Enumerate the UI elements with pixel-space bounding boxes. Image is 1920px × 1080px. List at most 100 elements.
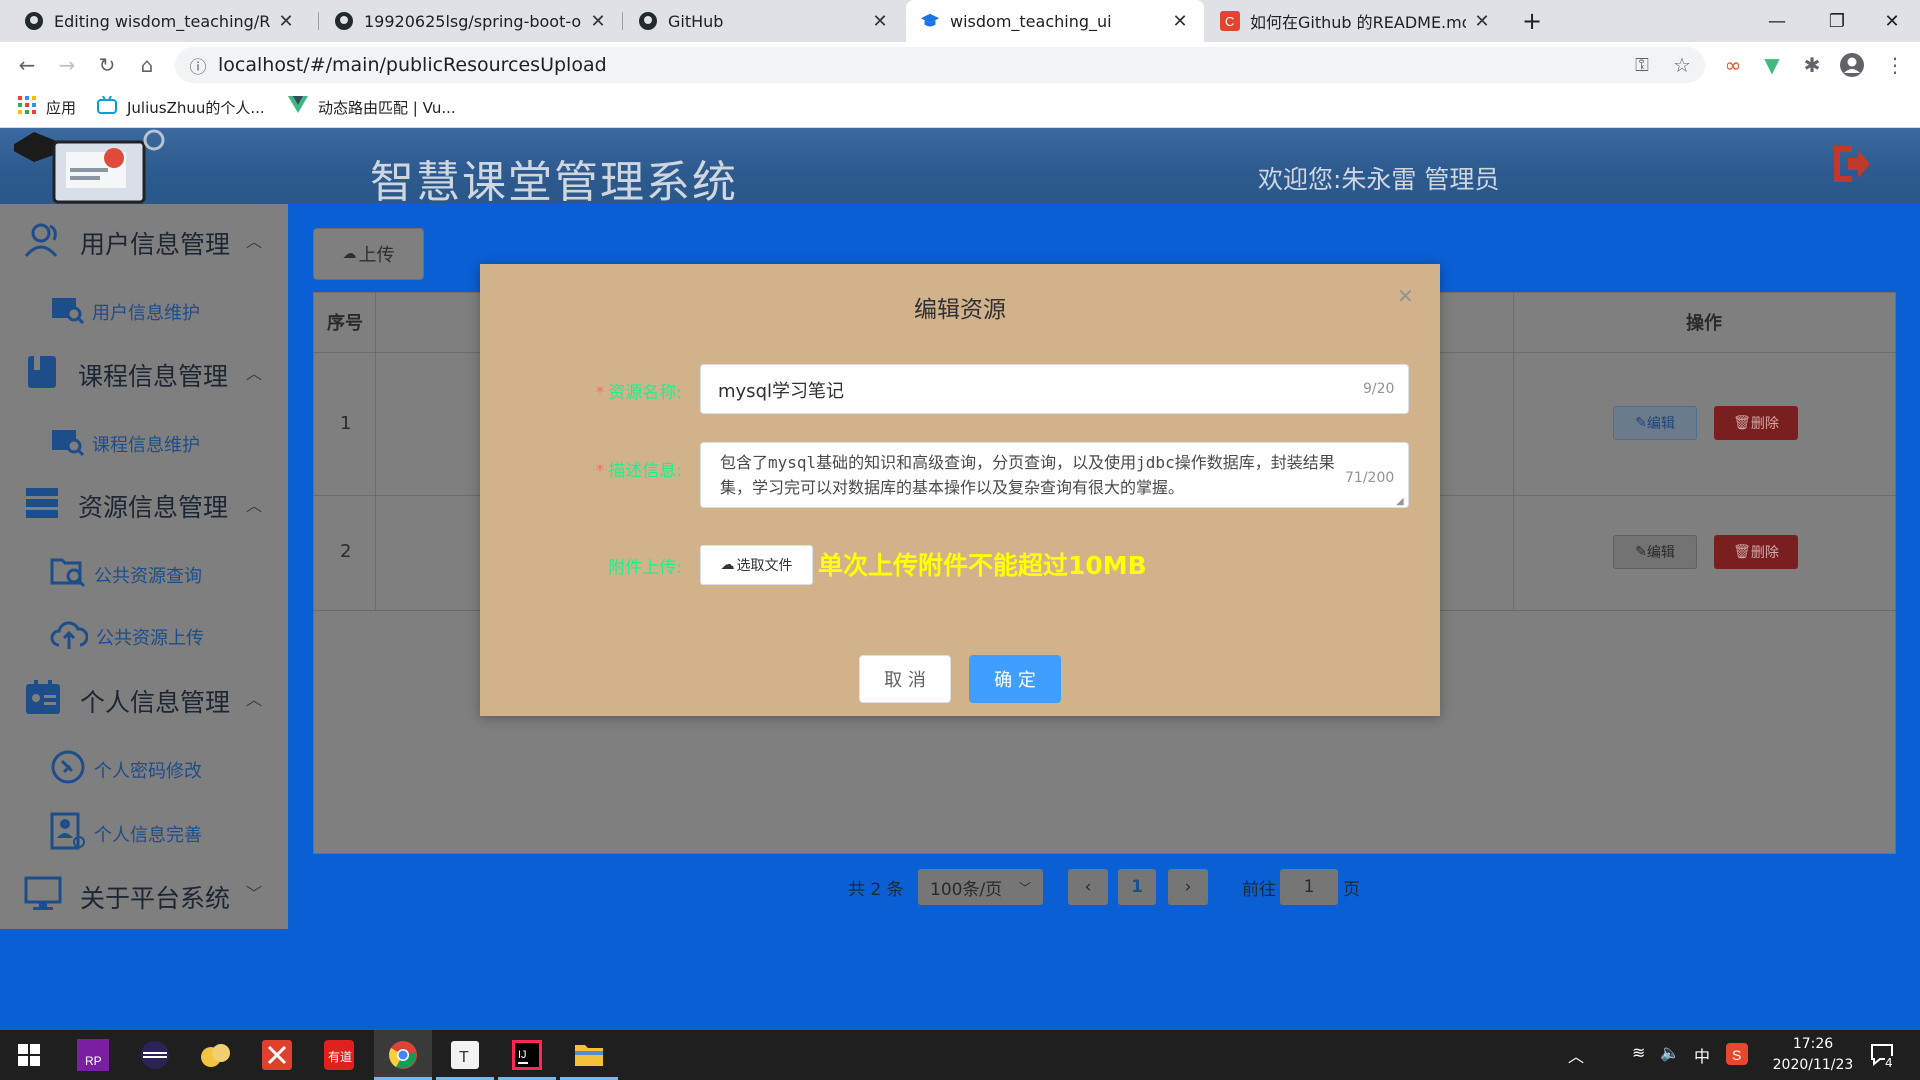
browser-tab-3[interactable]: GitHub ✕ xyxy=(624,0,904,42)
browser-tab-4[interactable]: wisdom_teaching_ui ✕ xyxy=(906,0,1204,42)
logout-icon[interactable] xyxy=(1830,142,1872,190)
wifi-icon[interactable]: ≋ xyxy=(1632,1043,1645,1062)
info-icon[interactable]: ⓘ xyxy=(183,50,213,80)
select-file-button[interactable]: ☁ 选取文件 xyxy=(700,545,813,585)
sidebar-group-course[interactable]: 课程信息管理 xyxy=(24,354,228,396)
clock-time[interactable]: 17:26 xyxy=(1768,1036,1858,1052)
axure-rp-icon[interactable]: RP xyxy=(64,1030,122,1080)
chevron-up-icon[interactable]: ︿ xyxy=(246,686,262,710)
upload-label: 上传 xyxy=(358,245,395,266)
sidebar-item-course-maintain[interactable]: 课程信息维护 xyxy=(50,426,200,461)
confirm-button[interactable]: 确 定 xyxy=(969,655,1061,703)
page-number-current[interactable]: 1 xyxy=(1118,869,1156,905)
tab-title: GitHub xyxy=(668,11,724,31)
sogou-icon[interactable]: S xyxy=(1726,1043,1748,1069)
star-icon[interactable]: ☆ xyxy=(1667,50,1697,80)
cancel-button[interactable]: 取 消 xyxy=(859,655,951,703)
sidebar-group-about[interactable]: 关于平台系统 xyxy=(24,876,230,918)
close-icon[interactable]: ✕ xyxy=(1170,11,1190,32)
sidebar-group-resource[interactable]: 资源信息管理 xyxy=(24,486,228,526)
upload-button[interactable]: ☁ 上传 xyxy=(313,228,424,280)
intellij-icon[interactable]: IJ xyxy=(498,1030,556,1080)
eclipse-icon[interactable] xyxy=(126,1030,184,1080)
sidebar-item-password[interactable]: 个人密码修改 xyxy=(50,750,202,789)
window-close-button[interactable]: ✕ xyxy=(1862,0,1920,42)
tray-chevron-up-icon[interactable]: ︿ xyxy=(1568,1043,1584,1067)
typora-icon[interactable]: T xyxy=(436,1030,494,1080)
chevron-down-icon[interactable]: ﹀ xyxy=(246,880,262,904)
new-tab-button[interactable]: + xyxy=(1502,0,1562,42)
edit-button[interactable]: ✎ 编辑 xyxy=(1613,406,1697,440)
sidebar-item-user-maintain[interactable]: 用户信息维护 xyxy=(50,294,200,329)
vue-devtools-icon[interactable]: ▼ xyxy=(1757,50,1787,80)
browser-tab-1[interactable]: Editing wisdom_teaching/REA ✕ xyxy=(10,0,310,42)
volume-icon[interactable]: 🔈 xyxy=(1660,1043,1680,1062)
browser-tab-5[interactable]: C 如何在Github 的README.md文 ✕ xyxy=(1206,0,1506,42)
app-title: 智慧课堂管理系统 xyxy=(370,157,738,204)
delete-label: 删除 xyxy=(1750,416,1779,432)
chevron-up-icon[interactable]: ︿ xyxy=(246,492,262,516)
url-text[interactable]: localhost/#/main/publicResourcesUpload xyxy=(218,53,607,77)
menu-dots-icon[interactable]: ⋮ xyxy=(1880,50,1910,80)
bookmark-apps[interactable]: 应用 xyxy=(18,94,76,120)
delete-button[interactable]: 🗑 删除 xyxy=(1714,406,1798,440)
windows-start-icon[interactable] xyxy=(0,1030,58,1080)
dialog-title: 编辑资源 xyxy=(914,297,1006,323)
chrome-icon[interactable] xyxy=(374,1030,432,1080)
resource-name-value: mysql学习笔记 xyxy=(718,381,844,402)
next-page-button[interactable]: › xyxy=(1168,869,1208,905)
extension-infinity-icon[interactable]: ∞ xyxy=(1718,50,1748,80)
home-button[interactable]: ⌂ xyxy=(132,50,162,80)
maximize-button[interactable]: ❐ xyxy=(1807,0,1867,42)
resize-handle-icon[interactable]: ◢ xyxy=(1396,496,1404,507)
chevron-left-icon: ‹ xyxy=(1084,877,1092,897)
sidebar-item-profile[interactable]: 个人信息完善 xyxy=(50,812,202,855)
sidebar-group-user[interactable]: 用户信息管理 xyxy=(24,222,230,264)
extensions-icon[interactable]: ✱ xyxy=(1797,50,1827,80)
profile-avatar-icon[interactable] xyxy=(1837,50,1867,80)
chevron-up-icon[interactable]: ︿ xyxy=(246,360,262,384)
edit-button[interactable]: ✎ 编辑 xyxy=(1613,535,1697,569)
close-icon[interactable]: ✕ xyxy=(588,11,608,32)
bookmark-label: JuliusZhuu的个人... xyxy=(127,98,265,117)
key-icon[interactable]: ⚿ xyxy=(1627,50,1657,80)
close-icon[interactable]: ✕ xyxy=(1472,11,1492,32)
back-button[interactable]: ← xyxy=(12,50,42,80)
sidebar-group-label: 关于平台系统 xyxy=(80,884,231,913)
tab-title: 如何在Github 的README.md文 xyxy=(1250,13,1466,32)
sidebar-group-personal[interactable]: 个人信息管理 xyxy=(24,680,230,722)
browser-tab-2[interactable]: 19920625lsg/spring-boot-onli ✕ xyxy=(320,0,622,42)
users-icon xyxy=(24,222,62,264)
cloud-upload-icon: ☁ xyxy=(720,557,735,573)
edit-icon: ✎ xyxy=(1635,544,1647,560)
bookmark-julius[interactable]: JuliusZhuu的个人... xyxy=(97,94,265,120)
profile-icon xyxy=(50,812,86,855)
sidebar-item-resource-query[interactable]: 公共资源查询 xyxy=(50,556,202,593)
chevron-up-icon[interactable]: ︿ xyxy=(246,228,262,252)
app-yellow-icon[interactable] xyxy=(186,1030,244,1080)
forward-button[interactable]: → xyxy=(52,50,82,80)
goto-page-input[interactable]: 1 xyxy=(1280,869,1338,905)
delete-button[interactable]: 🗑 删除 xyxy=(1714,535,1798,569)
sidebar-item-resource-upload[interactable]: 公共资源上传 xyxy=(50,619,204,654)
youdao-icon[interactable]: 有道 xyxy=(310,1030,368,1080)
sidebar-group-label: 用户信息管理 xyxy=(80,230,231,259)
reload-button[interactable]: ↻ xyxy=(92,50,122,80)
folder-search-icon xyxy=(50,556,86,593)
page-size-select[interactable]: 100条/页 ﹀ xyxy=(918,869,1043,905)
close-icon[interactable]: ✕ xyxy=(276,11,296,32)
close-icon[interactable]: ✕ xyxy=(870,11,890,32)
prev-page-button[interactable]: ‹ xyxy=(1068,869,1108,905)
edit-label: 编辑 xyxy=(1646,545,1675,561)
close-icon[interactable]: ✕ xyxy=(1397,284,1414,308)
minimize-button[interactable]: — xyxy=(1747,0,1807,42)
bookmark-vue-router[interactable]: 动态路由匹配 | Vu... xyxy=(288,94,456,120)
sidebar-group-label: 课程信息管理 xyxy=(78,362,229,391)
file-explorer-icon[interactable] xyxy=(560,1030,618,1080)
sidebar-item-label: 用户信息维护 xyxy=(92,302,200,324)
clock-date[interactable]: 2020/11/23 xyxy=(1762,1057,1864,1073)
svg-text:C: C xyxy=(1225,14,1234,29)
ime-indicator[interactable]: 中 xyxy=(1694,1043,1710,1067)
cloud-upload-icon: ☁ xyxy=(342,246,357,262)
xmind-icon[interactable] xyxy=(248,1030,306,1080)
